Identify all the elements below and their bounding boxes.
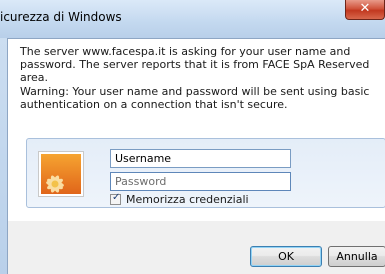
close-button[interactable]: ✕ [345,0,385,20]
credentials-dialog: icurezza di Windows ✕ The server www.fac… [0,0,385,274]
user-avatar [38,151,84,197]
ok-button[interactable]: OK [250,246,322,267]
security-warning: Warning: Your user name and password wil… [20,85,370,111]
checkmark-icon: ✓ [112,192,121,203]
title-bar: icurezza di Windows ✕ [0,0,385,38]
username-field[interactable]: Username [110,149,291,168]
button-bar: OK Annulla [7,221,385,274]
remember-checkbox[interactable]: ✓ [110,192,121,205]
window-title: icurezza di Windows [0,10,122,24]
password-field[interactable]: Password [110,172,291,191]
remember-label: Memorizza credenziali [126,193,249,206]
dialog-content: The server www.facespa.it is asking for … [7,38,385,221]
credential-tile: Username Password ✓ Memorizza credenzial… [26,138,385,208]
server-message: The server www.facespa.it is asking for … [20,45,370,84]
user-flower-icon [41,154,81,194]
close-icon: ✕ [359,1,371,16]
cancel-button[interactable]: Annulla [328,246,385,267]
